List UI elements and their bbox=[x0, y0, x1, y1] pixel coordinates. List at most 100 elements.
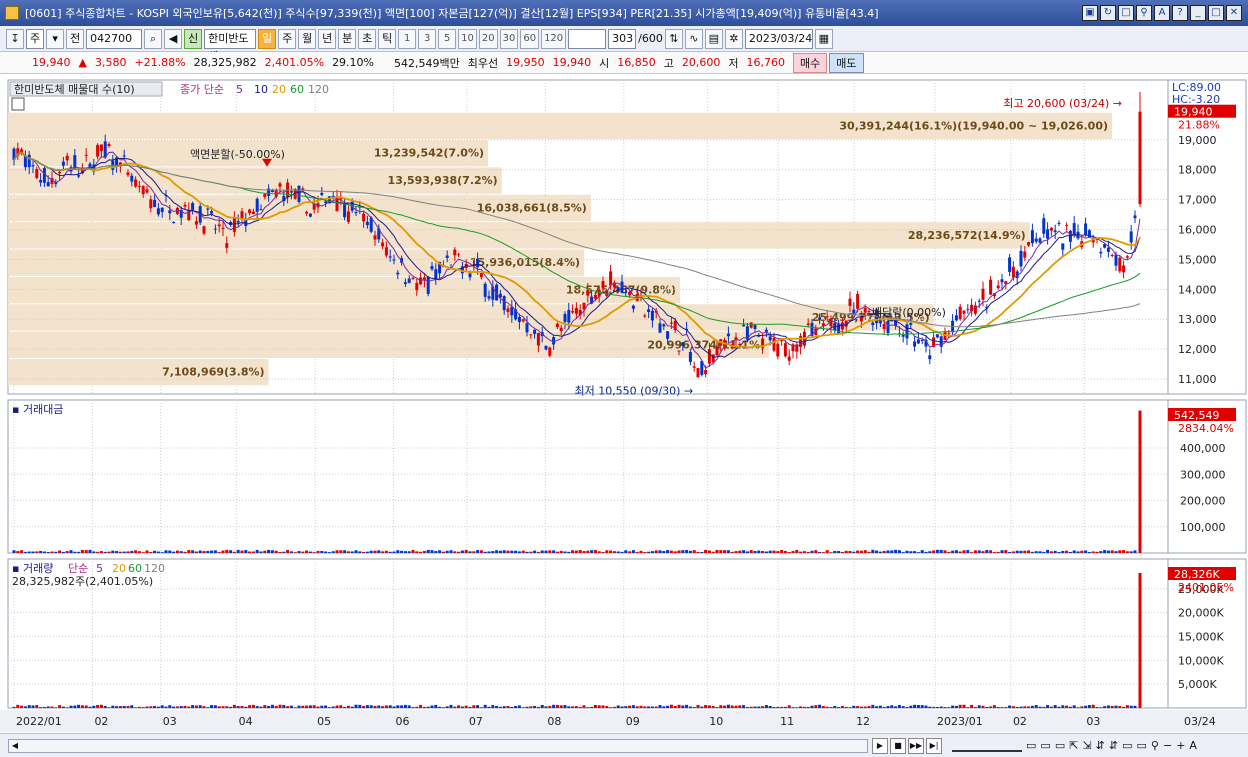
tool-icon[interactable]: ▭ bbox=[1026, 739, 1036, 752]
period-month-button[interactable]: 월 bbox=[298, 28, 317, 49]
candle-body bbox=[620, 281, 624, 293]
tool-icon[interactable]: ▭ bbox=[1040, 739, 1050, 752]
market-select[interactable]: 주 bbox=[26, 28, 45, 49]
help-icon[interactable]: ? bbox=[1172, 5, 1188, 21]
period-day-button[interactable]: 일 bbox=[258, 28, 277, 49]
volume-bar bbox=[42, 706, 46, 708]
interval-button[interactable]: 60 bbox=[520, 28, 540, 49]
interval-button[interactable]: 30 bbox=[499, 28, 519, 49]
amount-bar bbox=[270, 550, 274, 553]
text-size-button[interactable]: A bbox=[1189, 739, 1197, 752]
refresh-icon[interactable]: ↻ bbox=[1100, 5, 1116, 21]
save-icon[interactable]: ▤ bbox=[704, 28, 723, 49]
zoom-in-button[interactable]: + bbox=[1176, 739, 1185, 752]
period-year-button[interactable]: 년 bbox=[318, 28, 337, 49]
date-input[interactable]: 2023/03/24 bbox=[744, 28, 813, 49]
close-icon[interactable]: ✕ bbox=[1226, 5, 1242, 21]
compare-icon[interactable]: ∿ bbox=[684, 28, 703, 49]
candle-body bbox=[981, 288, 985, 300]
zoom-out-button[interactable]: − bbox=[1163, 739, 1172, 752]
settings-gear-icon[interactable]: ✲ bbox=[724, 28, 743, 49]
play-icon[interactable]: ▶ bbox=[872, 737, 888, 754]
y-tick-label: 15,000K bbox=[1178, 631, 1224, 644]
interval-button[interactable]: 10 bbox=[458, 28, 477, 49]
step-forward-icon[interactable]: ▶▶ bbox=[908, 737, 924, 754]
volume-bar bbox=[61, 706, 65, 708]
amount-bar bbox=[726, 550, 730, 553]
volume-bar bbox=[552, 704, 556, 708]
tool-icon[interactable]: ⇵ bbox=[1096, 739, 1105, 752]
interval-button[interactable]: 120 bbox=[541, 28, 567, 49]
end-icon[interactable]: ▶| bbox=[926, 737, 942, 754]
tool-icon[interactable]: ⇱ bbox=[1069, 739, 1078, 752]
speaker-icon[interactable]: ◀ bbox=[164, 28, 183, 49]
sell-button[interactable]: 매도 bbox=[829, 52, 864, 73]
period-week-button[interactable]: 주 bbox=[278, 28, 297, 49]
window-icon[interactable]: □ bbox=[1118, 5, 1134, 21]
tool-icon[interactable]: ▭ bbox=[1055, 739, 1065, 752]
search-icon[interactable]: ⚲ bbox=[1151, 739, 1159, 752]
candle-body bbox=[248, 209, 252, 214]
amount-bar bbox=[1061, 550, 1065, 553]
scroll-left-icon[interactable]: ◀ bbox=[9, 740, 21, 752]
x-axis-area bbox=[0, 710, 1248, 732]
zoom-slider[interactable] bbox=[952, 739, 1022, 752]
y-tick-label: 200,000 bbox=[1180, 495, 1226, 508]
period-tick-button[interactable]: 틱 bbox=[378, 28, 397, 49]
horizontal-scrollbar[interactable]: ◀ bbox=[8, 738, 868, 753]
link-icon[interactable]: ⚲ bbox=[1136, 5, 1152, 21]
grid-toggle-icon bbox=[11, 97, 25, 111]
period-second-button[interactable]: 초 bbox=[358, 28, 377, 49]
stop-icon[interactable]: ■ bbox=[890, 737, 906, 754]
candle-body bbox=[305, 211, 309, 214]
count-input[interactable]: 303 bbox=[608, 28, 637, 49]
candle-body bbox=[742, 324, 746, 327]
candle-body bbox=[210, 211, 214, 214]
calendar-icon[interactable]: ▦ bbox=[814, 28, 833, 49]
volume-profile-label: 7,108,969(3.8%) bbox=[162, 366, 265, 379]
search-icon[interactable]: ⌕ bbox=[144, 28, 163, 49]
volume-bar bbox=[1110, 705, 1114, 708]
tool-icon[interactable]: ▭ bbox=[1122, 739, 1132, 752]
font-icon[interactable]: A bbox=[1154, 5, 1170, 21]
maximize-icon[interactable]: □ bbox=[1208, 5, 1224, 21]
volume-bar bbox=[145, 706, 149, 708]
candle-body bbox=[856, 293, 860, 309]
amount-bar bbox=[1084, 550, 1088, 553]
tool-icon[interactable]: ⇵ bbox=[1109, 739, 1118, 752]
prev-button[interactable]: 전 bbox=[66, 28, 85, 49]
chevron-down-icon[interactable]: ▾ bbox=[46, 28, 65, 49]
volume-bar bbox=[407, 705, 411, 708]
volume-bar bbox=[77, 704, 81, 708]
volume-bar bbox=[685, 704, 689, 708]
stock-chart[interactable]: 30,391,244(16.1%)(19,940.00 ~ 19,026.00)… bbox=[0, 74, 1248, 733]
interval-button[interactable]: 1 bbox=[398, 28, 417, 49]
price-pane: 30,391,244(16.1%)(19,940.00 ~ 19,026.00)… bbox=[7, 79, 1247, 398]
amount-bar bbox=[723, 550, 727, 553]
interval-button[interactable]: 5 bbox=[438, 28, 457, 49]
amount-bar bbox=[939, 549, 943, 553]
amount-bar bbox=[346, 551, 350, 553]
volume-bar bbox=[707, 705, 711, 708]
custom-interval-input[interactable] bbox=[568, 28, 607, 49]
price-change-pct: +21.88% bbox=[134, 56, 186, 69]
period-minute-button[interactable]: 분 bbox=[338, 28, 357, 49]
stock-code-input[interactable]: 042700 bbox=[86, 28, 143, 49]
candle-body bbox=[692, 366, 696, 368]
layout-icon[interactable]: ▣ bbox=[1082, 5, 1098, 21]
volume-bar bbox=[381, 706, 385, 708]
volume-bar bbox=[692, 707, 696, 708]
volume-bar bbox=[719, 705, 723, 708]
chart-toolbar: ↧ 주 ▾ 전 042700 ⌕ ◀ 신 한미반도체 일 주 월 년 분 초 틱… bbox=[0, 26, 1248, 63]
interval-button[interactable]: 20 bbox=[478, 28, 498, 49]
buy-button[interactable]: 매수 bbox=[793, 52, 828, 73]
amount-bar bbox=[156, 551, 160, 553]
tool-icon[interactable]: ▭ bbox=[1137, 739, 1147, 752]
minimize-icon[interactable]: _ bbox=[1190, 5, 1206, 21]
chart-tool-icon[interactable]: ⇅ bbox=[664, 28, 683, 49]
tool-icon[interactable]: ⇲ bbox=[1082, 739, 1091, 752]
amount-bar bbox=[54, 551, 58, 553]
interval-button[interactable]: 3 bbox=[418, 28, 437, 49]
amount-bar bbox=[1008, 552, 1012, 553]
chart-menu-icon[interactable]: ↧ bbox=[6, 28, 24, 49]
